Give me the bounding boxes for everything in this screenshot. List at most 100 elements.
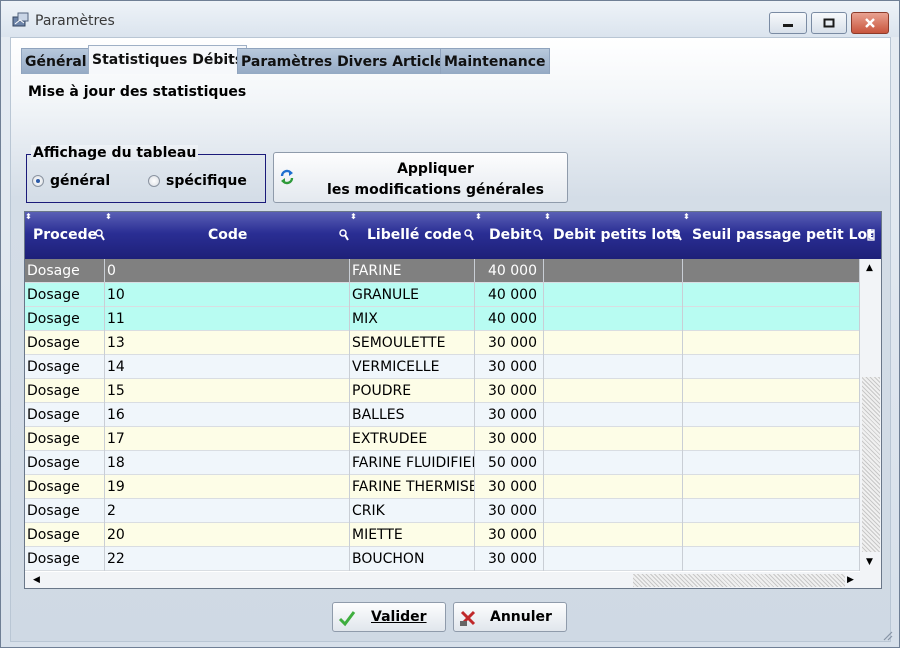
table-row[interactable]: Dosage 10 GRANULE 40 000 xyxy=(25,283,860,307)
cell-procede[interactable]: Dosage xyxy=(25,331,105,355)
scroll-up-icon[interactable]: ▲ xyxy=(866,263,873,273)
cell-debit-petits-lots[interactable] xyxy=(544,475,683,499)
cell-debit[interactable]: 50 000 xyxy=(475,451,544,475)
horizontal-scroll-thumb[interactable] xyxy=(633,574,845,587)
scroll-down-icon[interactable]: ▼ xyxy=(866,557,873,567)
cell-code[interactable]: 10 xyxy=(105,283,350,307)
table-row[interactable]: Dosage 11 MIX 40 000 xyxy=(25,307,860,331)
cell-debit-petits-lots[interactable] xyxy=(544,403,683,427)
cell-libelle-code[interactable]: EXTRUDEE xyxy=(350,427,475,451)
cell-seuil-passage-petit-lot[interactable] xyxy=(683,451,860,475)
table-row[interactable]: Dosage 17 EXTRUDEE 30 000 xyxy=(25,427,860,451)
cell-code[interactable]: 19 xyxy=(105,475,350,499)
cell-code[interactable]: 16 xyxy=(105,403,350,427)
table-row[interactable]: Dosage 15 POUDRE 30 000 xyxy=(25,379,860,403)
column-header-procede[interactable]: ⬍ Procede xyxy=(25,212,105,259)
cell-debit-petits-lots[interactable] xyxy=(544,283,683,307)
vertical-scroll-thumb[interactable] xyxy=(862,377,880,552)
table-row[interactable]: Dosage 22 BOUCHON 30 000 xyxy=(25,547,860,571)
cell-code[interactable]: 18 xyxy=(105,451,350,475)
cell-libelle-code[interactable]: POUDRE xyxy=(350,379,475,403)
cell-seuil-passage-petit-lot[interactable] xyxy=(683,283,860,307)
cell-code[interactable]: 0 xyxy=(105,259,350,283)
cell-debit[interactable]: 40 000 xyxy=(475,283,544,307)
cell-code[interactable]: 11 xyxy=(105,307,350,331)
cell-procede[interactable]: Dosage xyxy=(25,283,105,307)
cell-debit-petits-lots[interactable] xyxy=(544,499,683,523)
cell-debit-petits-lots[interactable] xyxy=(544,451,683,475)
apply-changes-button[interactable]: Appliquer les modifications générales xyxy=(273,152,568,203)
resize-grip-icon[interactable] xyxy=(881,629,893,641)
cell-libelle-code[interactable]: BALLES xyxy=(350,403,475,427)
validate-button[interactable]: Valider xyxy=(332,602,446,632)
cell-code[interactable]: 20 xyxy=(105,523,350,547)
scroll-left-icon[interactable]: ◀ xyxy=(33,575,40,585)
column-header-seuil-passage-petit-lot[interactable]: ⬍ Seuil passage petit Lot xyxy=(683,212,881,259)
cell-code[interactable]: 14 xyxy=(105,355,350,379)
cell-procede[interactable]: Dosage xyxy=(25,523,105,547)
table-row[interactable]: Dosage 20 MIETTE 30 000 xyxy=(25,523,860,547)
table-row[interactable]: Dosage 0 FARINE 40 000 xyxy=(25,259,860,283)
cell-seuil-passage-petit-lot[interactable] xyxy=(683,499,860,523)
tab-statistiques-debits[interactable]: Statistiques Débits xyxy=(88,45,248,74)
table-row[interactable]: Dosage 19 FARINE THERMISE 30 000 xyxy=(25,475,860,499)
cell-debit[interactable]: 30 000 xyxy=(475,547,544,571)
cell-seuil-passage-petit-lot[interactable] xyxy=(683,475,860,499)
cell-libelle-code[interactable]: FARINE THERMISE xyxy=(350,475,475,499)
cell-debit-petits-lots[interactable] xyxy=(544,355,683,379)
cell-debit[interactable]: 30 000 xyxy=(475,379,544,403)
cell-seuil-passage-petit-lot[interactable] xyxy=(683,547,860,571)
cell-procede[interactable]: Dosage xyxy=(25,427,105,451)
cell-debit-petits-lots[interactable] xyxy=(544,547,683,571)
cell-procede[interactable]: Dosage xyxy=(25,259,105,283)
cell-libelle-code[interactable]: VERMICELLE xyxy=(350,355,475,379)
vertical-scrollbar[interactable]: ▲ ▼ xyxy=(860,259,881,572)
radio-general[interactable]: général xyxy=(32,173,110,189)
tab-general[interactable]: Général xyxy=(21,48,91,74)
cell-procede[interactable]: Dosage xyxy=(25,475,105,499)
horizontal-scrollbar[interactable]: ◀ ▶ xyxy=(25,572,881,588)
cell-seuil-passage-petit-lot[interactable] xyxy=(683,307,860,331)
maximize-button[interactable] xyxy=(811,12,847,34)
cell-seuil-passage-petit-lot[interactable] xyxy=(683,331,860,355)
cell-libelle-code[interactable]: CRIK xyxy=(350,499,475,523)
tab-parametres-divers-article[interactable]: Paramètres Divers Article xyxy=(237,48,449,74)
cell-debit[interactable]: 40 000 xyxy=(475,307,544,331)
cell-procede[interactable]: Dosage xyxy=(25,451,105,475)
cell-code[interactable]: 22 xyxy=(105,547,350,571)
column-header-code[interactable]: ⬍ Code xyxy=(105,212,350,259)
table-row[interactable]: Dosage 2 CRIK 30 000 xyxy=(25,499,860,523)
table-row[interactable]: Dosage 13 SEMOULETTE 30 000 xyxy=(25,331,860,355)
table-row[interactable]: Dosage 16 BALLES 30 000 xyxy=(25,403,860,427)
cell-debit-petits-lots[interactable] xyxy=(544,259,683,283)
minimize-button[interactable] xyxy=(769,12,807,34)
cell-seuil-passage-petit-lot[interactable] xyxy=(683,523,860,547)
column-header-debit-petits-lots[interactable]: ⬍ Debit petits lots xyxy=(544,212,683,259)
cell-seuil-passage-petit-lot[interactable] xyxy=(683,259,860,283)
cell-debit[interactable]: 30 000 xyxy=(475,523,544,547)
cell-libelle-code[interactable]: SEMOULETTE xyxy=(350,331,475,355)
cell-procede[interactable]: Dosage xyxy=(25,307,105,331)
scroll-right-icon[interactable]: ▶ xyxy=(847,575,854,585)
cell-debit[interactable]: 30 000 xyxy=(475,355,544,379)
cell-seuil-passage-petit-lot[interactable] xyxy=(683,403,860,427)
column-header-debit[interactable]: ⬍ Debit xyxy=(475,212,544,259)
cell-debit-petits-lots[interactable] xyxy=(544,523,683,547)
close-button[interactable] xyxy=(851,12,889,34)
cell-libelle-code[interactable]: GRANULE xyxy=(350,283,475,307)
cell-debit[interactable]: 30 000 xyxy=(475,331,544,355)
cell-debit[interactable]: 40 000 xyxy=(475,259,544,283)
column-header-libelle-code[interactable]: ⬍ Libellé code xyxy=(350,212,475,259)
cell-debit[interactable]: 30 000 xyxy=(475,427,544,451)
cell-procede[interactable]: Dosage xyxy=(25,547,105,571)
cell-seuil-passage-petit-lot[interactable] xyxy=(683,379,860,403)
table-row[interactable]: Dosage 18 FARINE FLUIDIFIEI 50 000 xyxy=(25,451,860,475)
cell-code[interactable]: 17 xyxy=(105,427,350,451)
cell-libelle-code[interactable]: MIETTE xyxy=(350,523,475,547)
cell-code[interactable]: 2 xyxy=(105,499,350,523)
cell-procede[interactable]: Dosage xyxy=(25,379,105,403)
cell-code[interactable]: 15 xyxy=(105,379,350,403)
table-row[interactable]: Dosage 14 VERMICELLE 30 000 xyxy=(25,355,860,379)
cell-debit-petits-lots[interactable] xyxy=(544,427,683,451)
cell-libelle-code[interactable]: FARINE xyxy=(350,259,475,283)
